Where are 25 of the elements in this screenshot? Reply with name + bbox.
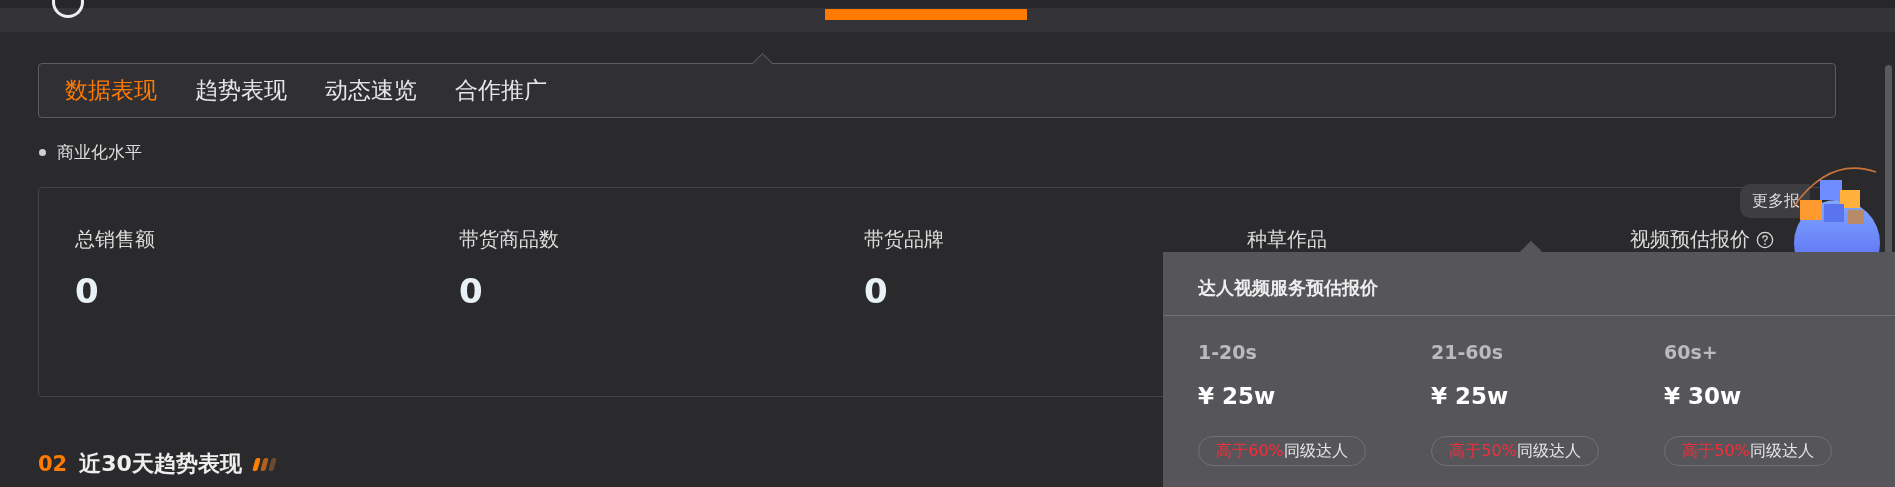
duration-label: 1-20s: [1198, 341, 1258, 363]
metric-label: 视频预估报价: [1630, 226, 1750, 253]
tab[interactable]: 数据表现: [65, 75, 157, 106]
price-value: ¥ 25w: [1198, 383, 1277, 409]
price-value: ¥ 25w: [1431, 383, 1510, 409]
metric-label: 总销售额: [75, 226, 155, 253]
metric-label: 带货品牌: [864, 226, 944, 253]
duration-label: 21-60s: [1431, 341, 1505, 363]
duration-label: 60s+: [1664, 341, 1719, 363]
help-icon[interactable]: [1756, 230, 1774, 249]
section-number: 02: [38, 452, 68, 476]
stripes-icon: [253, 457, 275, 471]
metric-value: 0: [864, 271, 888, 311]
tab[interactable]: 动态速览: [325, 75, 417, 106]
popup-title: 达人视频服务预估报价: [1163, 252, 1895, 316]
section-title: 近30天趋势表现: [79, 450, 242, 478]
tab[interactable]: 合作推广: [455, 75, 547, 106]
subsection-title: 商业化水平: [57, 140, 142, 164]
metric-value: 0: [459, 271, 483, 311]
metric-value: 0: [75, 271, 99, 311]
price-value: ¥ 30w: [1664, 383, 1743, 409]
metric-label: 带货商品数: [459, 226, 559, 253]
metric-label: 种草作品: [1247, 226, 1327, 253]
bullet-icon: [39, 148, 46, 156]
tab[interactable]: 趋势表现: [195, 75, 287, 106]
